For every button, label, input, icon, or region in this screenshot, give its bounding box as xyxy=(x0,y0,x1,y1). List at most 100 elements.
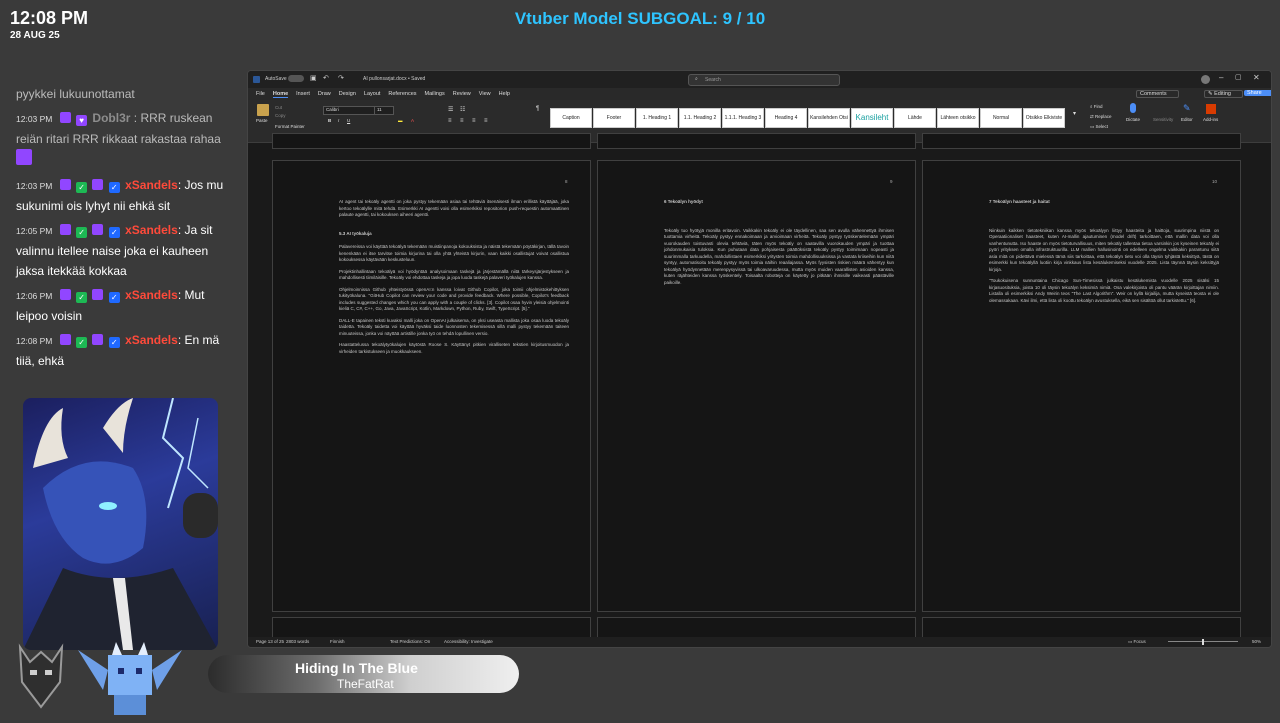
document-page[interactable]: 10 7 Tekoälyn haasteet ja haitat Niinkui… xyxy=(922,160,1241,612)
tab-draw[interactable]: Draw xyxy=(318,91,331,97)
redo-icon[interactable]: ↷ xyxy=(338,74,344,82)
focus-button[interactable]: ▭ Focus xyxy=(1128,637,1146,647)
paste-icon[interactable] xyxy=(257,104,269,116)
close-icon[interactable]: ✕ xyxy=(1253,73,1260,82)
font-color-icon[interactable]: A xyxy=(411,118,414,123)
tab-help[interactable]: Help xyxy=(499,91,510,97)
addins-grid-icon[interactable] xyxy=(1206,104,1216,114)
editing-mode-button[interactable]: ✎ Editing xyxy=(1204,90,1243,98)
font-size-select[interactable]: 11 xyxy=(374,106,394,115)
styles-scroll-icon[interactable]: ▾ xyxy=(1073,110,1076,117)
replace-label: Replace xyxy=(1095,114,1112,119)
document-title: AI pullonsarjat.docx • Saved xyxy=(363,76,426,82)
status-bar: Page 13 of 25 2803 words Finnish Text Pr… xyxy=(248,637,1271,647)
maximize-icon[interactable]: ▢ xyxy=(1235,73,1242,81)
chat-time: 12:03 PM xyxy=(16,114,53,124)
page-paragraph: AI agent tai tekoäly agentti on joka pys… xyxy=(339,199,569,217)
prime-badge-icon xyxy=(92,179,104,190)
language-status[interactable]: Finnish xyxy=(330,637,345,647)
chat-username[interactable]: xSandels xyxy=(125,223,178,237)
select-label: Select xyxy=(1095,124,1109,129)
tab-view[interactable]: View xyxy=(479,91,491,97)
tab-review[interactable]: Review xyxy=(453,91,471,97)
text-predictions-status[interactable]: Text Predictions: On xyxy=(390,637,430,647)
editor-button[interactable]: Editor xyxy=(1181,117,1193,122)
document-page[interactable]: 9 6 Tekoälyn hyödyt Tekoäly tuo hyötyjä … xyxy=(597,160,916,612)
chat-username[interactable]: xSandels xyxy=(125,178,178,192)
tab-home[interactable]: Home xyxy=(272,91,289,98)
highlight-color-icon[interactable]: ▬ xyxy=(398,118,403,123)
addins-button[interactable]: Add-ins xyxy=(1203,117,1218,122)
style-option[interactable]: Lähteen otsikko xyxy=(937,108,979,128)
font-name-select[interactable]: Calibri xyxy=(323,106,375,115)
chat-time: 12:05 PM xyxy=(16,226,53,236)
format-painter-button[interactable]: Format Painter xyxy=(275,124,305,129)
bullets-icon[interactable]: ☰ xyxy=(448,106,453,113)
chat-username[interactable]: Dobl3r xyxy=(92,111,130,125)
tab-mailings[interactable]: Mailings xyxy=(425,91,445,97)
copy-button[interactable]: Copy xyxy=(275,113,286,118)
style-option[interactable]: Caption xyxy=(550,108,592,128)
song-artist: TheFatRat xyxy=(337,677,394,691)
style-option[interactable]: Lähde xyxy=(894,108,936,128)
select-button[interactable]: ▭ Select xyxy=(1090,124,1108,130)
style-option[interactable]: 1. Heading 1 xyxy=(636,108,678,128)
style-option[interactable]: Kansileht xyxy=(851,108,893,128)
account-avatar[interactable] xyxy=(1201,75,1210,84)
replace-button[interactable]: ⇄ Replace xyxy=(1090,114,1112,120)
style-option[interactable]: Otsikko Elkiviste xyxy=(1023,108,1065,128)
align-right-icon[interactable]: ≡ xyxy=(472,118,476,124)
style-option[interactable]: Kansilehden Otsi xyxy=(808,108,850,128)
zoom-level[interactable]: 50% xyxy=(1252,637,1261,647)
show-formatting-icon[interactable]: ¶ xyxy=(536,106,539,112)
find-button[interactable]: ⌕ Find xyxy=(1090,104,1103,109)
document-area[interactable]: 8 AI agent tai tekoäly agentti on joka p… xyxy=(248,133,1271,647)
style-option[interactable]: 1.1. Heading 2 xyxy=(679,108,721,128)
cut-button[interactable]: Cut xyxy=(275,105,282,110)
underline-button[interactable]: U xyxy=(347,118,350,123)
style-option[interactable]: Footer xyxy=(593,108,635,128)
align-center-icon[interactable]: ≡ xyxy=(460,118,464,124)
bold-button[interactable]: B xyxy=(328,118,331,123)
sensitivity-button[interactable]: Sensitivity xyxy=(1153,117,1173,122)
chat-username[interactable]: xSandels xyxy=(125,333,178,347)
tab-file[interactable]: File xyxy=(256,91,265,97)
italic-button[interactable]: I xyxy=(338,118,339,123)
tab-layout[interactable]: Layout xyxy=(364,91,381,97)
paste-button[interactable]: Paste xyxy=(256,118,268,123)
microphone-icon[interactable] xyxy=(1130,103,1136,113)
zoom-slider-thumb[interactable] xyxy=(1202,639,1204,645)
chat-username[interactable]: xSandels xyxy=(125,288,178,302)
numbering-icon[interactable]: ☷ xyxy=(460,106,465,113)
tab-design[interactable]: Design xyxy=(339,91,356,97)
focus-label: Focus xyxy=(1133,639,1146,644)
editor-pen-icon[interactable]: ✎ xyxy=(1183,103,1191,114)
chat-message: 12:06 PM ✓ ✓ xSandels: Mut leipoo voisin xyxy=(0,285,232,326)
accessibility-status[interactable]: Accessibility: Investigate xyxy=(444,637,493,647)
document-page[interactable]: 8 AI agent tai tekoäly agentti on joka p… xyxy=(272,160,591,612)
page-number: 9 xyxy=(890,179,893,184)
page-top-sliver xyxy=(272,133,591,149)
comments-button[interactable]: Comments xyxy=(1136,90,1179,98)
subscriber-badge-icon xyxy=(59,224,71,235)
tab-references[interactable]: References xyxy=(388,91,416,97)
undo-icon[interactable]: ↶ xyxy=(323,74,329,82)
tab-insert[interactable]: Insert xyxy=(296,91,310,97)
word-count-status[interactable]: 2803 words xyxy=(286,637,309,647)
justify-icon[interactable]: ≡ xyxy=(484,118,488,124)
style-option[interactable]: 1.1.1. Heading 3 xyxy=(722,108,764,128)
search-box[interactable]: ⌕ Search xyxy=(688,74,840,86)
chat-message: pyykkei lukuunottamat xyxy=(0,84,232,104)
align-left-icon[interactable]: ≡ xyxy=(448,118,452,124)
style-option[interactable]: Heading 4 xyxy=(765,108,807,128)
page-paragraph: Niinkuin kaikken tietotekniikan kanssa m… xyxy=(989,227,1219,272)
prime-badge-icon xyxy=(92,224,104,235)
dictate-button[interactable]: Dictate xyxy=(1126,117,1140,122)
autosave-toggle[interactable] xyxy=(288,75,304,82)
style-option[interactable]: Normal xyxy=(980,108,1022,128)
page-count-status[interactable]: Page 13 of 25 xyxy=(256,637,284,647)
minimize-icon[interactable]: – xyxy=(1219,73,1223,82)
save-icon[interactable]: ▣ xyxy=(310,74,317,82)
share-button[interactable]: Share xyxy=(1244,90,1271,96)
word-window: AutoSave ▣ ↶ ↷ AI pullonsarjat.docx • Sa… xyxy=(247,70,1272,648)
